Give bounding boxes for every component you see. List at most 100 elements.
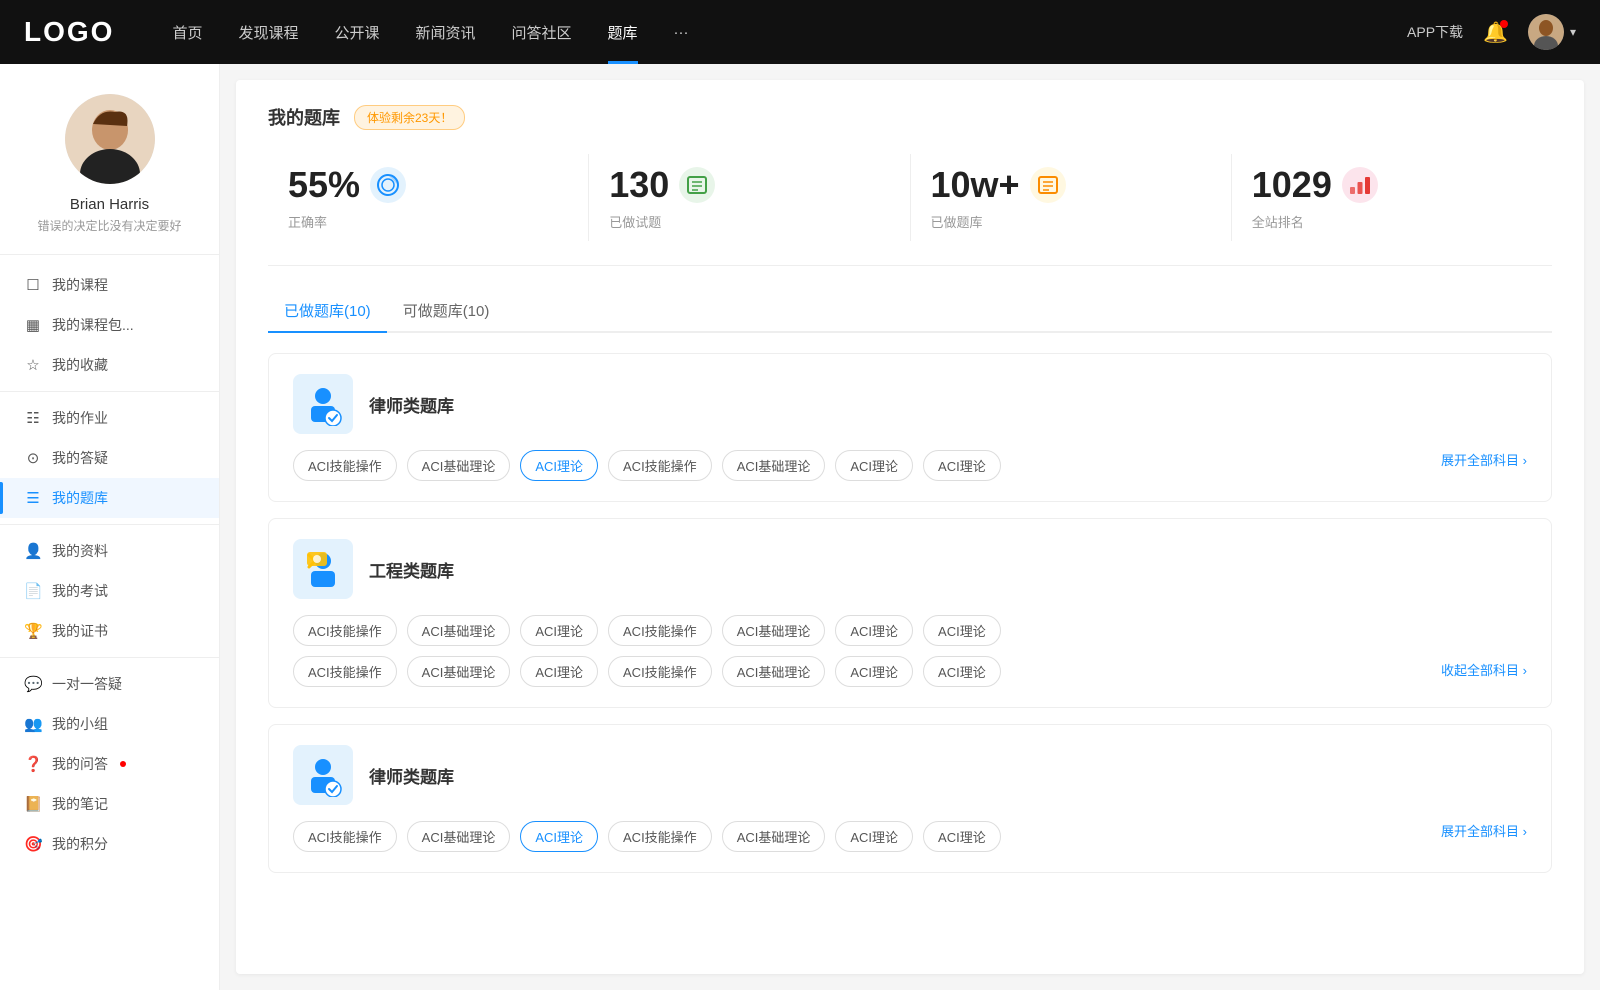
sidebar-item-exam[interactable]: 📄 我的考试 (0, 571, 219, 611)
sidebar-item-points[interactable]: 🎯 我的积分 (0, 824, 219, 864)
sidebar-item-label: 我的资料 (52, 541, 108, 561)
tag[interactable]: ACI基础理论 (407, 450, 511, 481)
trial-badge: 体验剩余23天！ (354, 105, 465, 130)
sidebar-item-bank[interactable]: ☰ 我的题库 (0, 478, 219, 518)
stat-label: 正确率 (288, 212, 327, 231)
tags-wrap: ACI技能操作 ACI基础理论 ACI理论 ACI技能操作 ACI基础理论 AC… (293, 821, 1441, 852)
sidebar-item-homework[interactable]: ☷ 我的作业 (0, 398, 219, 438)
questions-icon: ❓ (24, 755, 42, 773)
stat-icon-banks (1030, 167, 1066, 203)
logo: LOGO (24, 16, 114, 48)
nav-item-more[interactable]: ··· (656, 0, 707, 64)
stat-icon-done (679, 167, 715, 203)
collapse-link[interactable]: 收起全部科目 › (1441, 660, 1527, 679)
tag[interactable]: ACI技能操作 (608, 450, 712, 481)
tag[interactable]: ACI技能操作 (608, 615, 712, 646)
tag[interactable]: ACI技能操作 (293, 821, 397, 852)
bank-title: 律师类题库 (369, 392, 454, 417)
tag[interactable]: ACI理论 (835, 450, 913, 481)
chevron-down-icon: ▾ (1570, 25, 1576, 39)
tag[interactable]: ACI理论 (835, 821, 913, 852)
tag[interactable]: ACI理论 (835, 615, 913, 646)
tag-active[interactable]: ACI理论 (520, 821, 598, 852)
tag[interactable]: ACI基础理论 (722, 450, 826, 481)
profile-avatar (65, 94, 155, 184)
app-download-link[interactable]: APP下载 (1407, 22, 1463, 42)
tab-done-banks[interactable]: 已做题库(10) (268, 290, 387, 331)
tag[interactable]: ACI技能操作 (608, 656, 712, 687)
profile-bio: 错误的决定比没有决定要好 (25, 217, 193, 234)
points-icon: 🎯 (24, 835, 42, 853)
tag[interactable]: ACI理论 (835, 656, 913, 687)
sidebar-item-label: 我的小组 (52, 714, 108, 734)
tag[interactable]: ACI理论 (923, 450, 1001, 481)
sidebar-item-label: 我的积分 (52, 834, 108, 854)
exam-icon: 📄 (24, 582, 42, 600)
profile-icon: 👤 (24, 542, 42, 560)
expand-link[interactable]: 展开全部科目 › (1441, 821, 1527, 840)
tag[interactable]: ACI理论 (520, 615, 598, 646)
stats-row: 55% 正确率 130 已做试题 10w+ (268, 154, 1552, 266)
unread-dot (120, 761, 126, 767)
sidebar-item-notes[interactable]: 📔 我的笔记 (0, 784, 219, 824)
tag[interactable]: ACI基础理论 (722, 821, 826, 852)
sidebar-item-cert[interactable]: 🏆 我的证书 (0, 611, 219, 651)
nav-item-news[interactable]: 新闻资讯 (398, 0, 494, 64)
tag[interactable]: ACI基础理论 (407, 656, 511, 687)
sidebar-item-label: 一对一答疑 (52, 674, 122, 694)
sidebar-item-courses[interactable]: ☐ 我的课程 (0, 265, 219, 305)
homework-icon: ☷ (24, 409, 42, 427)
tag[interactable]: ACI基础理论 (722, 656, 826, 687)
stat-top: 10w+ (931, 164, 1066, 206)
tag[interactable]: ACI基础理论 (722, 615, 826, 646)
tag[interactable]: ACI技能操作 (608, 821, 712, 852)
tag[interactable]: ACI技能操作 (293, 656, 397, 687)
tab-todo-banks[interactable]: 可做题库(10) (387, 290, 506, 331)
avatar (1528, 14, 1564, 50)
tag[interactable]: ACI基础理论 (407, 615, 511, 646)
course-pkg-icon: ▦ (24, 316, 42, 334)
stat-done: 130 已做试题 (589, 154, 910, 241)
tags-and-expand: ACI技能操作 ACI基础理论 ACI理论 ACI技能操作 ACI基础理论 AC… (293, 821, 1527, 852)
sidebar-item-group[interactable]: 👥 我的小组 (0, 704, 219, 744)
notification-bell[interactable]: 🔔 (1483, 20, 1508, 45)
nav-item-bank[interactable]: 题库 (590, 0, 656, 64)
sidebar-item-questions[interactable]: ❓ 我的问答 (0, 744, 219, 784)
nav-item-home[interactable]: 首页 (154, 0, 220, 64)
main-content: 我的题库 体验剩余23天！ 55% 正确率 130 (236, 80, 1584, 974)
sidebar-item-label: 我的题库 (52, 488, 108, 508)
bank-title: 律师类题库 (369, 763, 454, 788)
sidebar-item-qa[interactable]: ⊙ 我的答疑 (0, 438, 219, 478)
stat-label: 已做题库 (931, 212, 983, 231)
sidebar-item-favorites[interactable]: ☆ 我的收藏 (0, 345, 219, 385)
notes-icon: 📔 (24, 795, 42, 813)
sidebar-item-label: 我的作业 (52, 408, 108, 428)
tag[interactable]: ACI理论 (520, 656, 598, 687)
bank-type-icon (293, 374, 353, 434)
nav-item-qa[interactable]: 问答社区 (494, 0, 590, 64)
sidebar-item-label: 我的答疑 (52, 448, 108, 468)
sidebar-item-label: 我的课程 (52, 275, 108, 295)
bank-type-icon (293, 539, 353, 599)
sidebar-menu: ☐ 我的课程 ▦ 我的课程包... ☆ 我的收藏 ☷ 我的作业 ⊙ 我的答疑 ☰ (0, 265, 219, 864)
nav-item-courses[interactable]: 发现课程 (220, 0, 316, 64)
tag[interactable]: ACI技能操作 (293, 450, 397, 481)
bank-icon: ☰ (24, 489, 42, 507)
tag[interactable]: ACI基础理论 (407, 821, 511, 852)
stat-rank: 1029 全站排名 (1232, 154, 1552, 241)
tag[interactable]: ACI理论 (923, 821, 1001, 852)
expand-link[interactable]: 展开全部科目 › (1441, 450, 1527, 469)
tag-active[interactable]: ACI理论 (520, 450, 598, 481)
user-avatar-menu[interactable]: ▾ (1528, 14, 1576, 50)
nav-item-open[interactable]: 公开课 (316, 0, 397, 64)
nav-right: APP下载 🔔 ▾ (1407, 14, 1576, 50)
tag[interactable]: ACI理论 (923, 656, 1001, 687)
sidebar-item-label: 我的证书 (52, 621, 108, 641)
sidebar-item-tutor[interactable]: 💬 一对一答疑 (0, 664, 219, 704)
stat-number: 1029 (1252, 164, 1332, 206)
sidebar-item-course-pkg[interactable]: ▦ 我的课程包... (0, 305, 219, 345)
tag[interactable]: ACI技能操作 (293, 615, 397, 646)
tag[interactable]: ACI理论 (923, 615, 1001, 646)
sidebar-item-profile[interactable]: 👤 我的资料 (0, 531, 219, 571)
stat-accuracy: 55% 正确率 (268, 154, 589, 241)
